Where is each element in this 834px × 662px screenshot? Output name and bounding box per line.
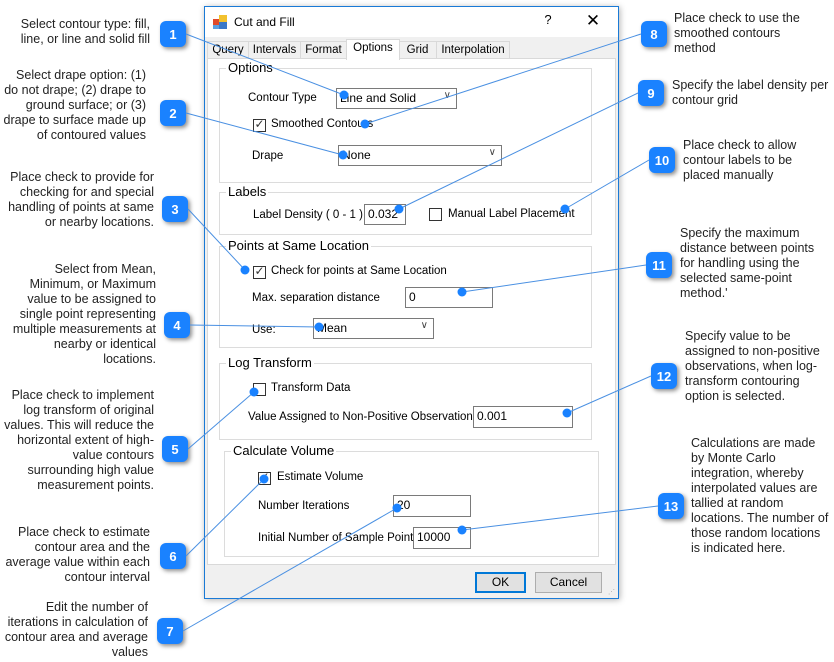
transform-data-checkbox[interactable]	[253, 383, 266, 396]
callout-badge-6: 6	[160, 543, 186, 569]
options-group-title: Options	[226, 60, 275, 75]
tab-options[interactable]: Options	[346, 39, 400, 60]
callout-text-13: Calculations are made by Monte Carlo int…	[691, 436, 829, 555]
calculate-volume-group-title: Calculate Volume	[231, 443, 337, 458]
callout-text-6: Place check to estimate contour area and…	[5, 525, 150, 584]
manual-label-placement-checkbox[interactable]	[429, 208, 442, 221]
callout-text-1: Select contour type: fill, line, or line…	[20, 17, 150, 46]
calculate-volume-group: Calculate Volume ✓ Estimate Volume Numbe…	[224, 443, 599, 557]
callout-badge-2: 2	[160, 100, 186, 126]
callout-badge-1: 1	[160, 21, 186, 47]
label-density-value: 0.032	[368, 207, 399, 221]
sample-points-label: Initial Number of Sample Points	[258, 532, 420, 544]
cancel-button[interactable]: Cancel	[535, 572, 602, 593]
callout-badge-13: 13	[658, 493, 684, 519]
estimate-volume-label: Estimate Volume	[277, 471, 364, 483]
callout-badge-11: 11	[646, 252, 672, 278]
callout-badge-4: 4	[164, 312, 190, 338]
tab-query[interactable]: Query	[207, 41, 249, 59]
non-positive-value-input[interactable]: 0.001	[473, 406, 573, 428]
contour-type-label: Contour Type	[248, 92, 317, 104]
callout-badge-10: 10	[649, 147, 675, 173]
title-bar[interactable]: Cut and Fill ? ✕	[205, 7, 618, 37]
transform-data-label: Transform Data	[271, 382, 351, 394]
callout-badge-7: 7	[157, 618, 183, 644]
non-positive-label: Value Assigned to Non-Positive Observati…	[248, 411, 479, 423]
chevron-down-icon: ∨	[443, 90, 451, 101]
contour-type-dropdown[interactable]: Line and Solid ∨	[336, 88, 457, 109]
app-icon	[213, 15, 227, 29]
number-iterations-value: 20	[397, 498, 411, 512]
log-transform-group-title: Log Transform	[226, 355, 314, 370]
number-iterations-input[interactable]: 20	[393, 495, 471, 517]
smoothed-contours-label: Smoothed Contours	[271, 118, 374, 130]
callout-badge-12: 12	[651, 363, 677, 389]
estimate-volume-checkbox[interactable]: ✓	[258, 470, 271, 485]
log-transform-group: Log Transform Transform Data Value Assig…	[219, 355, 592, 440]
max-separation-value: 0	[409, 290, 416, 304]
drape-value: None	[342, 148, 371, 162]
callout-text-2: Select drape option: (1) do not drape; (…	[3, 68, 146, 142]
drape-label: Drape	[252, 150, 284, 162]
ok-button[interactable]: OK	[475, 572, 526, 593]
chevron-down-icon: ∨	[420, 320, 428, 331]
callout-text-5: Place check to implement log transform o…	[4, 388, 154, 492]
tab-format[interactable]: Format	[300, 41, 347, 59]
chevron-down-icon: ∨	[488, 147, 496, 158]
number-iterations-label: Number Iterations	[258, 500, 350, 512]
use-label: Use:	[252, 324, 276, 336]
non-positive-value: 0.001	[477, 409, 508, 423]
callout-text-10: Place check to allow contour labels to b…	[683, 138, 797, 182]
options-group: Options Contour Type Line and Solid ∨ ✓ …	[219, 60, 592, 183]
callout-text-3: Place check to provide for checking for …	[8, 170, 154, 229]
tab-grid[interactable]: Grid	[398, 41, 437, 59]
labels-group-title: Labels	[226, 184, 269, 199]
same-location-group-title: Points at Same Location	[226, 238, 371, 253]
sample-points-input[interactable]: 10000	[413, 527, 471, 549]
callout-text-8: Place check to use the smoothed contours…	[674, 11, 800, 55]
close-button[interactable]: ✕	[583, 11, 603, 31]
callout-text-7: Edit the number of iterations in calcula…	[4, 600, 148, 659]
callout-text-12: Specify value to be assigned to non-posi…	[685, 329, 820, 403]
checkmark-icon: ✓	[259, 470, 270, 484]
contour-type-value: Line and Solid	[340, 91, 417, 105]
smoothed-contours-checkbox[interactable]: ✓	[253, 117, 266, 132]
checkmark-icon: ✓	[254, 264, 265, 278]
max-separation-input[interactable]: 0	[405, 287, 493, 308]
use-method-value: Mean	[317, 321, 348, 335]
use-method-dropdown[interactable]: Mean ∨	[313, 318, 434, 339]
callout-badge-5: 5	[162, 436, 188, 462]
labels-group: Labels Label Density ( 0 - 1 ) 0.032 Man…	[219, 184, 592, 235]
callout-badge-9: 9	[638, 80, 664, 106]
resize-grip-icon[interactable]: ⋰	[608, 588, 616, 596]
drape-dropdown[interactable]: None ∨	[338, 145, 502, 166]
callout-text-11: Specify the maximum distance between poi…	[680, 226, 815, 300]
label-density-label: Label Density ( 0 - 1 )	[253, 209, 363, 221]
cut-and-fill-dialog: Cut and Fill ? ✕ Query Intervals Format …	[204, 6, 619, 599]
options-tab-panel: Options Contour Type Line and Solid ∨ ✓ …	[207, 58, 616, 565]
dialog-title: Cut and Fill	[234, 15, 295, 29]
tab-intervals[interactable]: Intervals	[248, 41, 301, 59]
manual-label-placement-label: Manual Label Placement	[448, 208, 575, 220]
callout-text-4: Select from Mean, Minimum, or Maximum va…	[12, 262, 156, 366]
sample-points-value: 10000	[417, 530, 451, 544]
check-same-location-checkbox[interactable]: ✓	[253, 264, 266, 279]
label-density-input[interactable]: 0.032	[364, 204, 406, 225]
callout-text-9: Specify the label density per contour gr…	[672, 78, 829, 107]
same-location-group: Points at Same Location ✓ Check for poin…	[219, 238, 592, 348]
tab-interpolation[interactable]: Interpolation	[436, 41, 510, 59]
callout-badge-3: 3	[162, 196, 188, 222]
checkmark-icon: ✓	[254, 117, 265, 131]
check-same-location-label: Check for points at Same Location	[271, 265, 447, 277]
max-separation-label: Max. separation distance	[252, 292, 380, 304]
callout-badge-8: 8	[641, 21, 667, 47]
help-button[interactable]: ?	[541, 12, 555, 32]
